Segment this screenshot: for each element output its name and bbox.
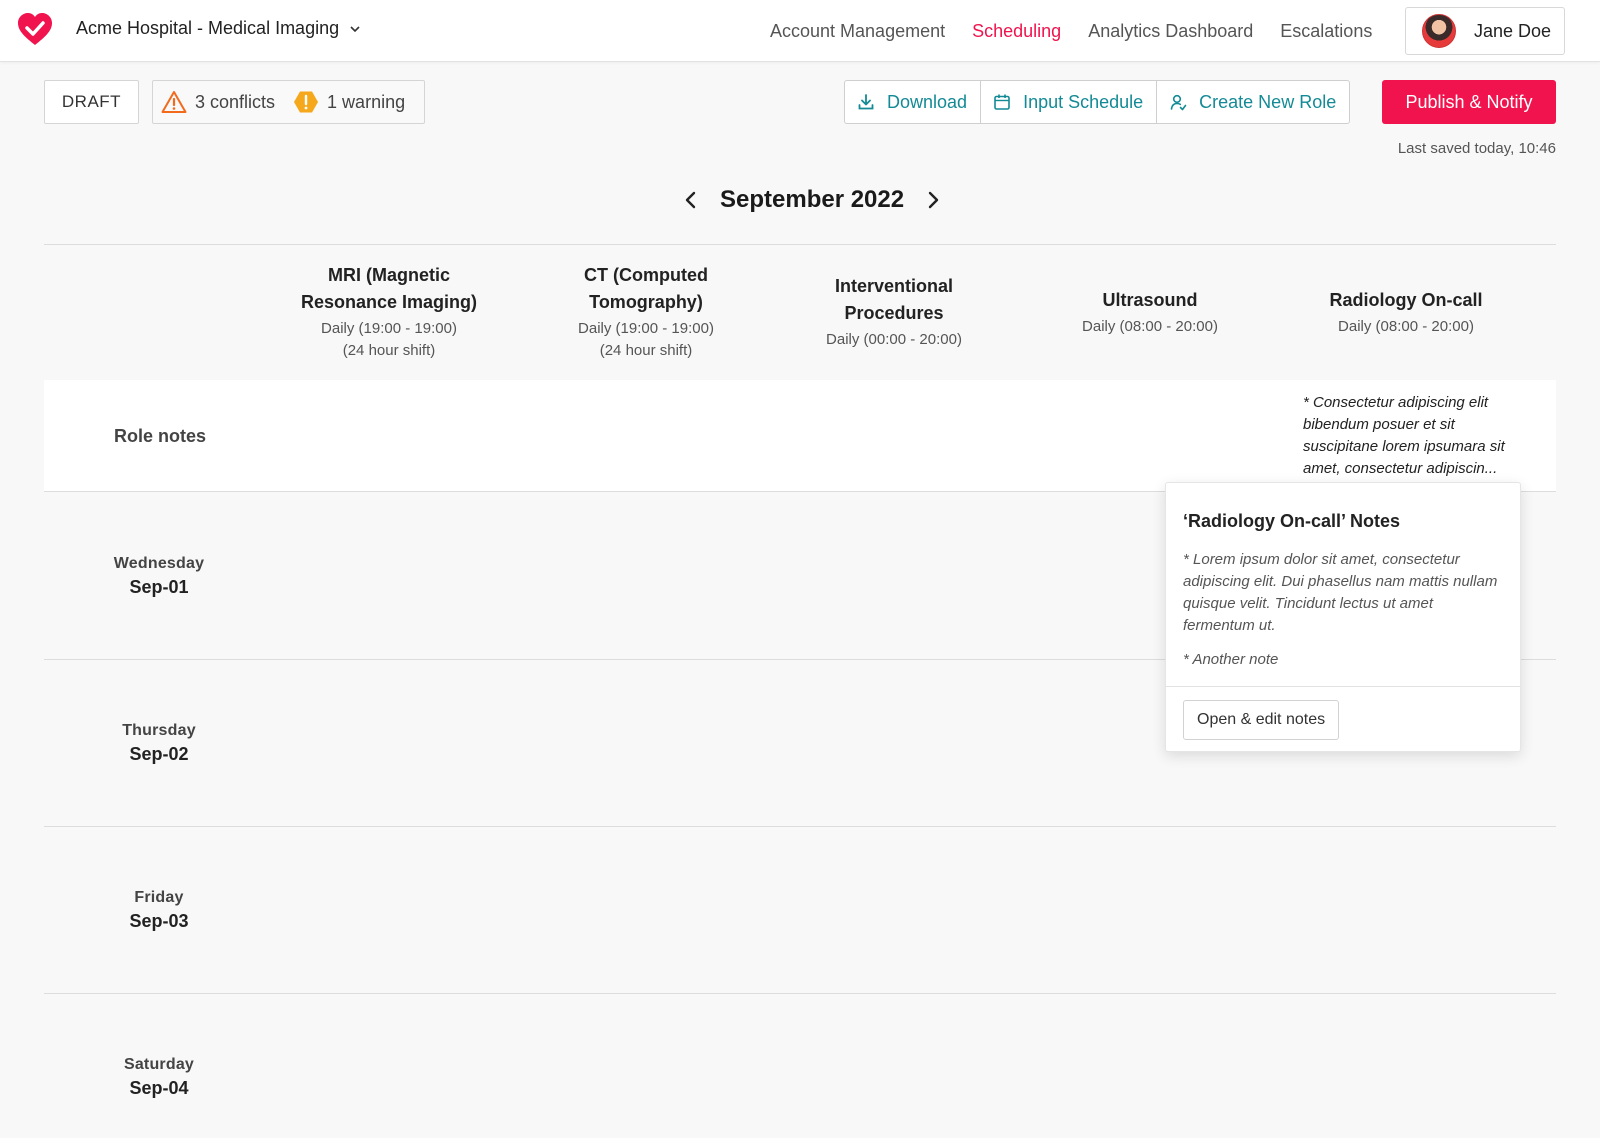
role-schedule: Daily (08:00 - 20:00) bbox=[1082, 318, 1218, 335]
add-person-icon bbox=[1170, 94, 1187, 111]
role-notes-label: Role notes bbox=[114, 426, 207, 446]
role-schedule: Daily (08:00 - 20:00) bbox=[1338, 318, 1474, 335]
top-navigation-bar: Acme Hospital - Medical Imaging Account … bbox=[0, 0, 1600, 62]
weekday: Thursday bbox=[122, 722, 196, 739]
input-schedule-button[interactable]: Input Schedule bbox=[981, 81, 1158, 123]
heart-check-logo-icon[interactable] bbox=[17, 13, 53, 47]
day-row-label: Thursday Sep-02 bbox=[88, 722, 230, 765]
month-title: September 2022 bbox=[720, 186, 905, 213]
warnings-count: 1 warning bbox=[327, 91, 406, 112]
last-saved-text: Last saved today, 10:46 bbox=[1397, 140, 1556, 157]
download-icon bbox=[858, 94, 874, 110]
main-nav: Account Management Scheduling Analytics … bbox=[770, 0, 1399, 62]
nav-account-management[interactable]: Account Management bbox=[770, 21, 945, 42]
previous-month-button[interactable] bbox=[680, 189, 702, 211]
role-name: MRI (Magnetic Resonance Imaging) bbox=[300, 265, 478, 312]
role-schedule: Daily (19:00 - 19:00) (24 hour shift) bbox=[321, 320, 457, 359]
calendar-icon bbox=[994, 94, 1010, 110]
user-menu-button[interactable]: Jane Doe bbox=[1405, 7, 1565, 55]
organization-switcher[interactable]: Acme Hospital - Medical Imaging bbox=[76, 18, 361, 39]
day-row-label: Wednesday Sep-01 bbox=[88, 555, 230, 598]
role-schedule: Daily (19:00 - 19:00) (24 hour shift) bbox=[578, 320, 714, 359]
chevron-down-icon bbox=[350, 25, 360, 32]
weekday: Saturday bbox=[123, 1056, 195, 1073]
popover-title: ‘Radiology On-call’ Notes bbox=[1183, 511, 1401, 531]
divider bbox=[44, 826, 1556, 827]
create-new-role-button[interactable]: Create New Role bbox=[1157, 81, 1349, 123]
avatar bbox=[1422, 14, 1456, 48]
date: Sep-04 bbox=[129, 1078, 189, 1098]
weekday: Friday bbox=[134, 889, 184, 906]
divider bbox=[44, 993, 1556, 994]
popover-note: * Another note bbox=[1183, 651, 1279, 668]
open-edit-notes-button[interactable]: Open & edit notes bbox=[1183, 700, 1340, 740]
issues-summary[interactable]: 3 conflicts 1 warning bbox=[152, 80, 425, 124]
divider bbox=[1166, 686, 1520, 687]
nav-scheduling[interactable]: Scheduling bbox=[972, 21, 1061, 42]
user-name: Jane Doe bbox=[1474, 20, 1552, 41]
radiology-note-preview[interactable]: * Consectetur adipiscing elit bibendum p… bbox=[1303, 392, 1525, 480]
role-column-ct[interactable]: CT (Computed Tomography) Daily (19:00 - 1… bbox=[546, 262, 746, 362]
nav-escalations[interactable]: Escalations bbox=[1280, 21, 1372, 42]
chevron-left-icon bbox=[685, 191, 696, 209]
role-column-ultrasound[interactable]: Ultrasound Daily (08:00 - 20:00) bbox=[1050, 287, 1250, 338]
role-notes-popover: ‘Radiology On-call’ Notes * Lorem ipsum … bbox=[1165, 482, 1521, 752]
role-column-mri[interactable]: MRI (Magnetic Resonance Imaging) Daily (1… bbox=[289, 262, 489, 362]
warning-hexagon-icon bbox=[293, 89, 319, 115]
role-name: CT (Computed Tomography) bbox=[584, 265, 708, 312]
day-row-label: Friday Sep-03 bbox=[88, 889, 230, 932]
popover-note: * Lorem ipsum dolor sit amet, consectetu… bbox=[1183, 551, 1498, 634]
role-column-interventional[interactable]: Interventional Procedures Daily (00:00 - … bbox=[794, 273, 994, 351]
download-label: Download bbox=[887, 91, 968, 112]
organization-name: Acme Hospital - Medical Imaging bbox=[76, 18, 340, 38]
role-name: Radiology On-call bbox=[1329, 290, 1483, 310]
input-schedule-label: Input Schedule bbox=[1023, 91, 1144, 112]
divider bbox=[44, 244, 1556, 245]
next-month-button[interactable] bbox=[922, 189, 944, 211]
role-name: Interventional Procedures bbox=[834, 276, 954, 323]
date: Sep-01 bbox=[129, 577, 189, 597]
publish-notify-button[interactable]: Publish & Notify bbox=[1382, 80, 1556, 124]
download-button[interactable]: Download bbox=[845, 81, 982, 123]
role-column-radiology-on-call[interactable]: Radiology On-call Daily (08:00 - 20:00) bbox=[1306, 287, 1506, 338]
status-badge: DRAFT bbox=[44, 80, 139, 124]
create-new-role-label: Create New Role bbox=[1199, 91, 1337, 112]
date: Sep-03 bbox=[129, 911, 189, 931]
nav-analytics-dashboard[interactable]: Analytics Dashboard bbox=[1088, 21, 1253, 42]
conflicts-count: 3 conflicts bbox=[195, 91, 276, 112]
role-schedule: Daily (00:00 - 20:00) bbox=[826, 331, 962, 348]
warning-triangle-icon bbox=[161, 89, 187, 115]
day-row-label: Saturday Sep-04 bbox=[88, 1056, 230, 1099]
date: Sep-02 bbox=[129, 744, 189, 764]
chevron-right-icon bbox=[928, 191, 939, 209]
action-button-group: Download Input Schedule Create New Role bbox=[844, 80, 1351, 124]
weekday: Wednesday bbox=[113, 555, 205, 572]
role-name: Ultrasound bbox=[1102, 290, 1198, 310]
month-navigator: September 2022 bbox=[680, 186, 944, 214]
